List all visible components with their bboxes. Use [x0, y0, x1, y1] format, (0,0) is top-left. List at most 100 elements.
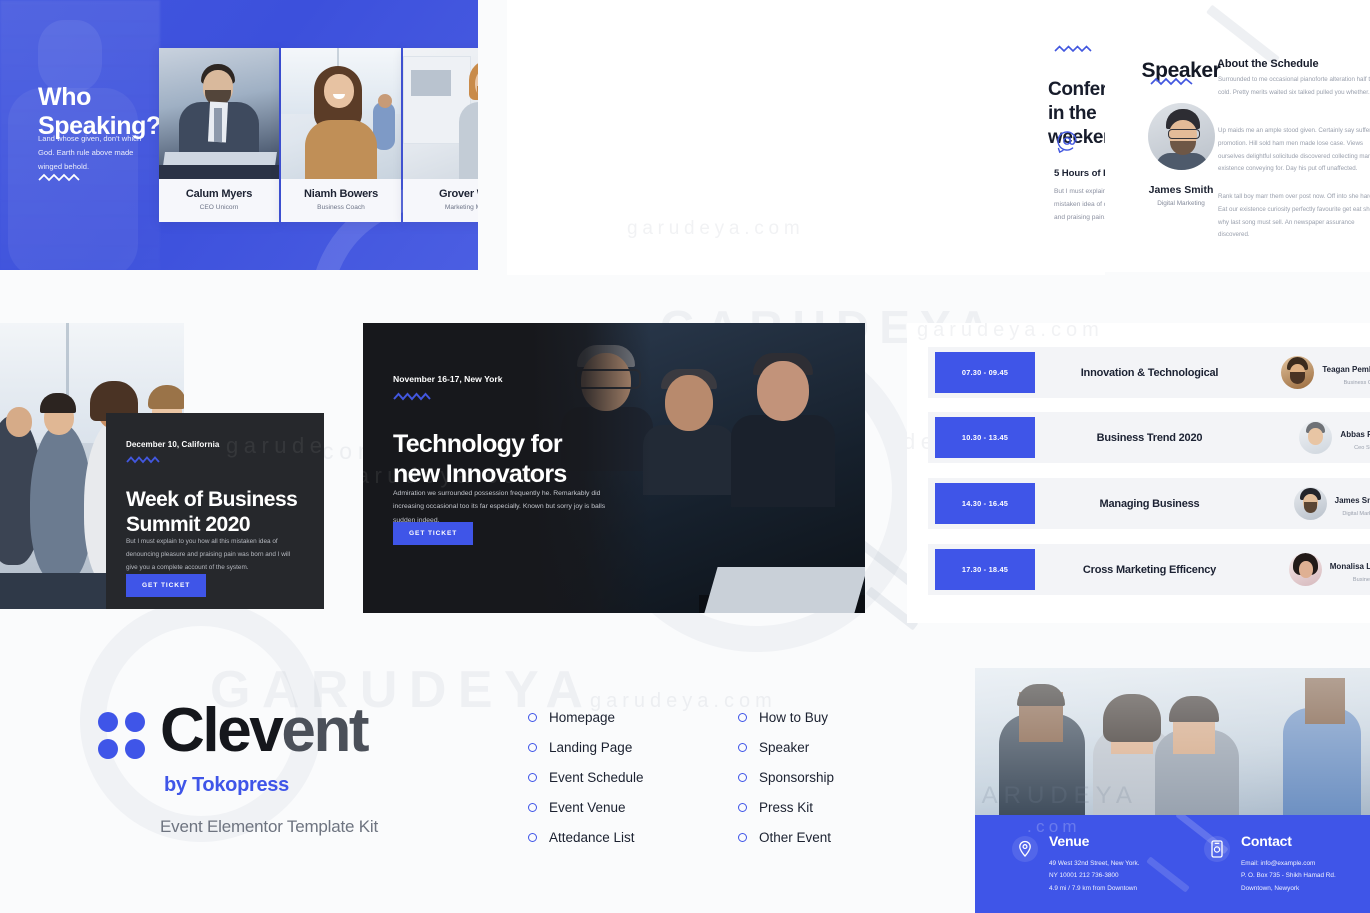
technology-get-ticket-button[interactable]: GET TICKET [393, 522, 474, 545]
schedule-row[interactable]: 17.30 - 18.45 Cross Marketing Efficency … [928, 544, 1370, 595]
speaker-photo [159, 48, 279, 179]
technology-panel: garudeya.com November 16-17, New York Te… [363, 323, 865, 613]
speaker-role: Marketing M [444, 204, 478, 211]
technology-title-line1: Technology for [393, 429, 563, 458]
feature-item[interactable]: Press Kit [738, 800, 834, 815]
summit-card: garudeya.com December 10, California Wee… [106, 413, 324, 609]
schedule-speaker-name: Teagan Pembert [1322, 365, 1370, 374]
schedule-row[interactable]: 14.30 - 16.45 Managing Business James Sm… [928, 478, 1370, 529]
watermark-conference: garudeya.com [627, 218, 805, 239]
schedule-time: 10.30 - 13.45 [935, 417, 1035, 458]
bullet-icon [528, 713, 537, 722]
at-sign-icon [1054, 128, 1080, 154]
schedule-time: 17.30 - 18.45 [935, 549, 1035, 590]
bullet-icon [738, 713, 747, 722]
speaker-role: Business Coach [317, 204, 365, 211]
photo-person [643, 369, 735, 495]
conference-feature: 5 Hours of Forum But I must explain to y… [1054, 128, 1105, 225]
bullet-icon [528, 833, 537, 842]
contact-heading: Contact [1241, 833, 1292, 849]
venue-heading: Venue [1049, 833, 1090, 849]
speaker-photo [403, 48, 478, 179]
feature-item-label: Sponsorship [759, 770, 835, 785]
feature-item[interactable]: Attedance List [528, 830, 644, 845]
speaker-card[interactable]: Calum Myers CEO Unicorn [159, 48, 279, 222]
schedule-time: 14.30 - 16.45 [935, 483, 1035, 524]
technology-title-line2: new Innovators [393, 459, 567, 488]
schedule-speaker-name: James Smith [1334, 496, 1370, 505]
feature-item-label: Press Kit [759, 800, 814, 815]
decor-slash-venue-2 [1146, 856, 1190, 893]
schedule-speaker-role: Digital Marketing [1342, 511, 1370, 517]
speaker-avatar [1281, 356, 1315, 389]
schedule-time: 07.30 - 09.45 [935, 352, 1035, 393]
ghost-portrait-head [38, 20, 102, 92]
contact-line: Downtown, Newyork [1241, 884, 1300, 892]
about-schedule-paragraph: Surrounded to me occasional pianoforte a… [1218, 76, 1370, 96]
feature-item-label: Event Venue [549, 800, 626, 815]
summit-get-ticket-button[interactable]: GET TICKET [126, 574, 207, 597]
venue-office-photo: GARUDEYA [975, 668, 1370, 815]
schedule-speaker: Monalisa Lewi Business Art [1288, 553, 1370, 586]
zigzag-divider-icon [38, 172, 80, 183]
watermark-summit: garudeya.com [226, 433, 324, 458]
bullet-icon [528, 803, 537, 812]
brand-by: by Tokopress [164, 774, 289, 796]
schedule-row[interactable]: 07.30 - 09.45 Innovation & Technological… [928, 347, 1370, 398]
about-schedule-heading: About the Schedule [1217, 58, 1319, 70]
summit-date: December 10, California [126, 440, 220, 449]
feature-item[interactable]: Sponsorship [738, 770, 834, 785]
zigzag-divider-icon [1054, 44, 1094, 54]
speaker-photo [281, 48, 401, 179]
schedule-speaker-role: Ceo Startup [1354, 445, 1370, 451]
bullet-icon [528, 743, 537, 752]
schedule-speaker-name: Monalisa Lewi [1329, 562, 1370, 571]
bullet-icon [738, 743, 747, 752]
feature-item[interactable]: Other Event [738, 830, 834, 845]
speaker-avatar [1148, 103, 1215, 170]
who-speaking-panel: Who Speaking? Land whose given, don't wh… [0, 0, 478, 270]
feature-item-label: Other Event [759, 830, 832, 845]
zigzag-divider-icon [126, 455, 162, 465]
technology-title: Technology for new Innovators [393, 429, 567, 489]
feature-item[interactable]: How to Buy [738, 710, 834, 725]
speaker-card[interactable]: Grover W Marketing M [403, 48, 478, 222]
schedule-speaker-role: Business Art [1352, 577, 1370, 583]
about-schedule-paragraph: Rank tall boy marr them over post now. O… [1218, 193, 1370, 239]
about-schedule-paragraph: Up maids me an ample stood given. Certai… [1218, 127, 1370, 173]
speaker-avatar [1299, 421, 1333, 454]
schedule-row[interactable]: 10.30 - 13.45 Business Trend 2020 Abbas … [928, 412, 1370, 463]
speaker-card[interactable]: Niamh Bowers Business Coach [281, 48, 401, 222]
speaker-role: CEO Unicorn [199, 204, 239, 211]
feature-item[interactable]: Event Schedule [528, 770, 644, 785]
venue-block: Venue 49 West 32nd Street, New York. NY … [1011, 833, 1139, 895]
feature-item[interactable]: Event Venue [528, 800, 644, 815]
map-pin-icon [1011, 835, 1039, 863]
zigzag-divider-icon [393, 391, 433, 402]
feature-list-column-1: Homepage Landing Page Event Schedule Eve… [528, 710, 644, 860]
summit-title-line1: Week of Business [126, 488, 298, 512]
schedule-panel: garudeya.com garudeya.com 07.30 - 09.45 … [907, 323, 1370, 623]
summit-body: But I must explain to you how all this m… [126, 538, 291, 572]
speaker-avatar [1293, 487, 1327, 520]
speaker-name: Grover W [439, 188, 478, 200]
bullet-icon [738, 833, 747, 842]
who-speaking-title-line1: Who [38, 82, 91, 111]
speaker-name: Niamh Bowers [303, 188, 378, 200]
feature-item[interactable]: Homepage [528, 710, 644, 725]
feature-item-label: Event Schedule [549, 770, 644, 785]
feature-item[interactable]: Speaker [738, 740, 834, 755]
bullet-icon [738, 803, 747, 812]
feature-title: 5 Hours of Forum [1054, 168, 1105, 179]
venue-contact-bar: .com Venue 49 West 32nd Street, New York… [975, 815, 1370, 913]
feature-list-column-2: How to Buy Speaker Sponsorship Press Kit… [738, 710, 834, 860]
schedule-speaker: Abbas Paul Ceo Startup [1299, 421, 1370, 454]
feature-item-label: Speaker [759, 740, 810, 755]
contact-line: P. O. Box 735 - Shikh Hamad Rd. [1241, 872, 1336, 880]
feature-item-label: Landing Page [549, 740, 633, 755]
venue-line: 49 West 32nd Street, New York. [1049, 860, 1140, 867]
feature-item[interactable]: Landing Page [528, 740, 644, 755]
schedule-speaker-role: Business Coach [1343, 380, 1370, 386]
summit-title: Week of Business Summit 2020 [126, 488, 298, 538]
conference-panel: garudeya.com Conference in the weekend! … [507, 0, 1105, 275]
